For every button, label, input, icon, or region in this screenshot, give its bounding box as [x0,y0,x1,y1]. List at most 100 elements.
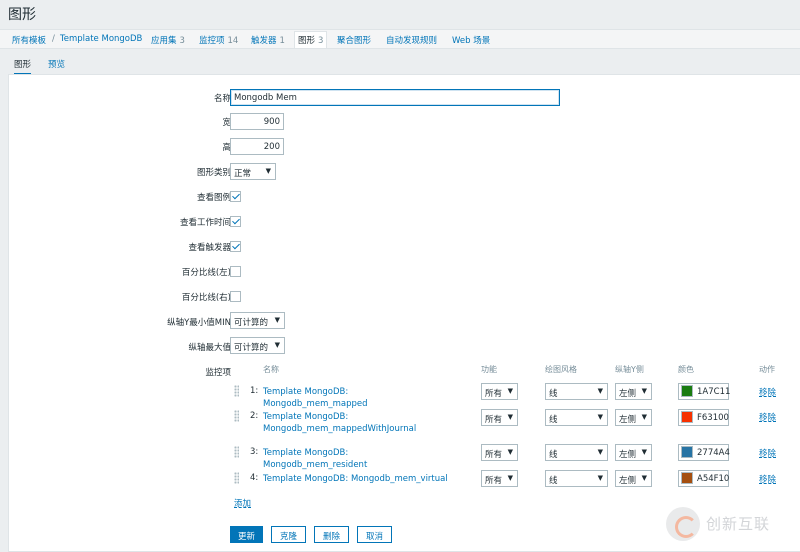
chevron-down-icon: ▼ [641,387,647,395]
show-triggers-checkbox[interactable] [230,241,241,252]
nav-applications-count: 3 [179,36,185,46]
percentile-left-label: 百分比线(左) [181,268,231,278]
nav-aggregate-graphs[interactable]: 聚合图形 [337,34,371,46]
function-value: 所有 [485,476,503,486]
nav-graphs[interactable]: 图形 3 [294,31,328,48]
item-name-link[interactable]: Template MongoDB: Mongodb_mem_resident [263,447,453,471]
draw-style-value: 线 [549,415,558,425]
color-swatch[interactable] [681,385,693,397]
add-item-link[interactable]: 添加 [234,497,251,509]
header-action: 动作 [759,365,775,374]
function-value: 所有 [485,415,503,425]
y-max-value: 可计算的 [234,343,269,353]
show-legend-checkbox[interactable] [230,191,241,202]
chevron-down-icon: ▼ [274,316,280,324]
item-name-link[interactable]: Template MongoDB: Mongodb_mem_virtual [263,473,453,485]
nav-applications[interactable]: 应用集 3 [151,34,185,46]
chevron-down-icon: ▼ [274,341,280,349]
breadcrumb-template[interactable]: Template MongoDB [60,34,142,44]
function-select[interactable]: 所有 ▼ [481,470,518,487]
y-max-select[interactable]: 可计算的 ▼ [230,337,285,354]
graph-form: 名称 Mongodb Mem 宽 900 高 200 图形类别 正常 ▼ 查看图… [8,74,800,552]
y-min-label: 纵轴Y最小值MIN [167,318,231,328]
height-input[interactable]: 200 [230,138,284,155]
nav-items[interactable]: 监控项 14 [199,34,238,46]
chevron-down-icon: ▼ [507,387,513,395]
function-value: 所有 [485,389,503,399]
name-input[interactable]: Mongodb Mem [230,89,560,106]
function-select[interactable]: 所有 ▼ [481,409,518,426]
header-color: 颜色 [678,365,694,374]
nav-discovery-rules[interactable]: 自动发现规则 [386,34,437,46]
nav-triggers[interactable]: 触发器 1 [251,34,285,46]
percentile-right-label: 百分比线(右) [181,293,231,303]
graph-type-label: 图形类别 [196,168,231,178]
percentile-left-checkbox[interactable] [230,266,241,277]
row-number: 4: [250,473,259,483]
function-select[interactable]: 所有 ▼ [481,444,518,461]
header-y-axis: 纵轴Y侧 [615,365,644,374]
show-working-time-checkbox[interactable] [230,216,241,227]
nav-web-scenarios[interactable]: Web 场景 [452,34,490,46]
chevron-down-icon: ▼ [641,413,647,421]
nav-triggers-label: 触发器 [251,36,277,46]
nav-items-count: 14 [227,36,239,46]
remove-item-link[interactable]: 移除 [759,411,776,423]
nav-graphs-count: 3 [318,36,324,46]
breadcrumb-all-templates[interactable]: 所有模板 [12,34,46,46]
header-function: 功能 [481,365,497,374]
draw-style-select[interactable]: 线 ▼ [545,470,608,487]
watermark-text: 创新互联 [706,515,771,533]
color-swatch[interactable] [681,446,693,458]
title-bar: 图形 [0,0,800,26]
delete-button[interactable]: 删除 [314,526,349,543]
y-axis-select[interactable]: 左侧 ▼ [615,470,652,487]
drag-handle-icon[interactable] [234,385,239,397]
drag-handle-icon[interactable] [234,410,239,422]
drag-handle-icon[interactable] [234,472,239,484]
percentile-right-checkbox[interactable] [230,291,241,302]
y-axis-select[interactable]: 左侧 ▼ [615,409,652,426]
function-select[interactable]: 所有 ▼ [481,383,518,400]
drag-handle-icon[interactable] [234,446,239,458]
color-swatch[interactable] [681,411,693,423]
draw-style-select[interactable]: 线 ▼ [545,444,608,461]
table-row: 4: Template MongoDB: Mongodb_mem_virtual… [232,469,800,489]
nav-graphs-label: 图形 [298,36,316,46]
remove-item-link[interactable]: 移除 [759,386,776,398]
draw-style-select[interactable]: 线 ▼ [545,383,608,400]
chevron-down-icon: ▼ [597,474,603,482]
chevron-down-icon: ▼ [507,474,513,482]
breadcrumb: 所有模板 / Template MongoDB 应用集 3 监控项 14 触发器 1 … [0,29,800,49]
graph-type-value: 正常 [234,169,252,179]
chevron-down-icon: ▼ [597,387,603,395]
remove-item-link[interactable]: 移除 [759,447,776,459]
y-axis-select[interactable]: 左侧 ▼ [615,444,652,461]
y-axis-select[interactable]: 左侧 ▼ [615,383,652,400]
draw-style-value: 线 [549,450,558,460]
graph-type-select[interactable]: 正常 ▼ [230,163,276,180]
clone-button[interactable]: 克隆 [271,526,306,543]
update-button[interactable]: 更新 [230,526,263,543]
table-row: 2: Template MongoDB: Mongodb_mem_mappedW… [232,406,800,440]
y-min-select[interactable]: 可计算的 ▼ [230,312,285,329]
chevron-down-icon: ▼ [507,448,513,456]
tab-graph[interactable]: 图形 [14,58,32,75]
y-max-label: 纵轴最大值 [188,343,231,353]
chevron-down-icon: ▼ [265,167,271,175]
name-label: 名称 [213,94,231,104]
nav-items-label: 监控项 [199,36,225,46]
item-name-link[interactable]: Template MongoDB: Mongodb_mem_mappedWith… [263,411,423,435]
draw-style-value: 线 [549,476,558,486]
chevron-down-icon: ▼ [507,413,513,421]
tab-preview[interactable]: 预览 [48,58,65,70]
cancel-button[interactable]: 取消 [357,526,392,543]
breadcrumb-separator: / [52,34,55,44]
color-swatch[interactable] [681,472,693,484]
width-input[interactable]: 900 [230,113,284,130]
function-value: 所有 [485,450,503,460]
draw-style-value: 线 [549,389,558,399]
draw-style-select[interactable]: 线 ▼ [545,409,608,426]
watermark: 创新互联 [656,505,800,543]
remove-item-link[interactable]: 移除 [759,473,776,485]
